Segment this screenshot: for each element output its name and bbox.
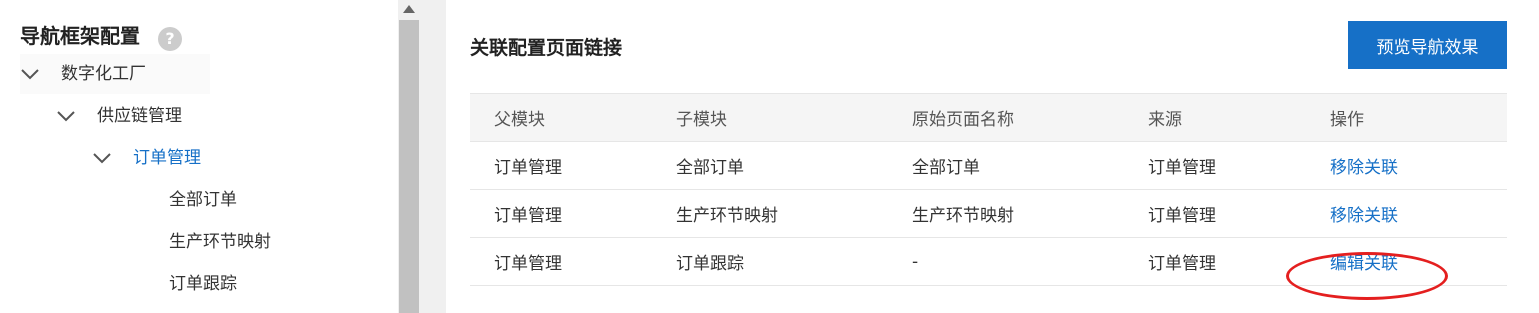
- table-row: 订单管理 生产环节映射 生产环节映射 订单管理 移除关联: [470, 189, 1507, 238]
- cell-child: 全部订单: [676, 141, 912, 190]
- vertical-scrollbar[interactable]: [398, 0, 420, 313]
- nav-tree-panel: 导航框架配置 ? 数字化工厂 供应链管理 订单管理 全部订单 生产环节映射 订单…: [0, 0, 398, 313]
- cell-action: 编辑关联: [1286, 237, 1507, 300]
- table-row: 订单管理 订单跟踪 - 订单管理 编辑关联: [470, 237, 1507, 300]
- column-header-source: 来源: [1148, 93, 1330, 142]
- cell-action: 移除关联: [1330, 141, 1507, 190]
- panel-title: 导航框架配置: [20, 24, 140, 48]
- remove-link-button[interactable]: 移除关联: [1330, 158, 1398, 178]
- page-title: 关联配置页面链接: [470, 37, 623, 59]
- edit-link-wrapper: 编辑关联: [1286, 252, 1448, 300]
- tree-node-digital-factory[interactable]: 数字化工厂: [20, 54, 210, 94]
- column-header-original-page: 原始页面名称: [912, 93, 1148, 142]
- column-header-parent: 父模块: [470, 93, 676, 142]
- cell-child: 订单跟踪: [676, 237, 912, 286]
- cell-action: 移除关联: [1330, 189, 1507, 238]
- column-header-action: 操作: [1330, 93, 1507, 142]
- edit-link-button[interactable]: 编辑关联: [1330, 254, 1398, 274]
- tree-leaf-production-mapping[interactable]: 生产环节映射: [169, 222, 369, 262]
- tree-leaf-label: 生产环节映射: [169, 232, 271, 252]
- tree-node-order-management[interactable]: 订单管理: [92, 138, 312, 178]
- chevron-down-icon[interactable]: [56, 108, 76, 124]
- tree-leaf-order-tracking[interactable]: 订单跟踪: [169, 264, 369, 304]
- cell-source: 订单管理: [1148, 141, 1330, 190]
- scroll-up-button[interactable]: [398, 0, 420, 20]
- content-panel: 关联配置页面链接 预览导航效果 父模块 子模块 原始页面名称 来源 操作 订单管…: [446, 0, 1539, 313]
- tree-leaf-label: 全部订单: [169, 190, 237, 210]
- cell-parent: 订单管理: [470, 189, 676, 238]
- tree-node-label: 供应链管理: [97, 106, 182, 126]
- cell-original: 全部订单: [912, 141, 1148, 190]
- chevron-down-icon[interactable]: [92, 150, 112, 166]
- chevron-down-icon[interactable]: [20, 66, 40, 82]
- tree-node-label: 订单管理: [133, 148, 201, 168]
- cell-original: 生产环节映射: [912, 189, 1148, 238]
- link-table: 父模块 子模块 原始页面名称 来源 操作 订单管理 全部订单 全部订单 订单管理…: [470, 93, 1507, 300]
- tree-node-label: 数字化工厂: [61, 64, 146, 84]
- preview-navigation-button[interactable]: 预览导航效果: [1348, 21, 1507, 69]
- scroll-up-arrow-icon: [403, 5, 415, 13]
- tree-leaf-all-orders[interactable]: 全部订单: [169, 180, 369, 220]
- help-icon[interactable]: ?: [158, 27, 182, 51]
- cell-parent: 订单管理: [470, 237, 676, 286]
- column-header-child: 子模块: [676, 93, 912, 142]
- tree-leaf-label: 订单跟踪: [169, 274, 237, 294]
- tree-node-supply-chain[interactable]: 供应链管理: [56, 96, 276, 136]
- scroll-thumb[interactable]: [399, 20, 419, 313]
- cell-child: 生产环节映射: [676, 189, 912, 238]
- cell-parent: 订单管理: [470, 141, 676, 190]
- cell-source: 订单管理: [1148, 237, 1330, 286]
- cell-source: 订单管理: [1148, 189, 1330, 238]
- remove-link-button[interactable]: 移除关联: [1330, 206, 1398, 226]
- table-row: 订单管理 全部订单 全部订单 订单管理 移除关联: [470, 141, 1507, 190]
- cell-original: -: [912, 237, 1148, 286]
- table-header-row: 父模块 子模块 原始页面名称 来源 操作: [470, 93, 1507, 142]
